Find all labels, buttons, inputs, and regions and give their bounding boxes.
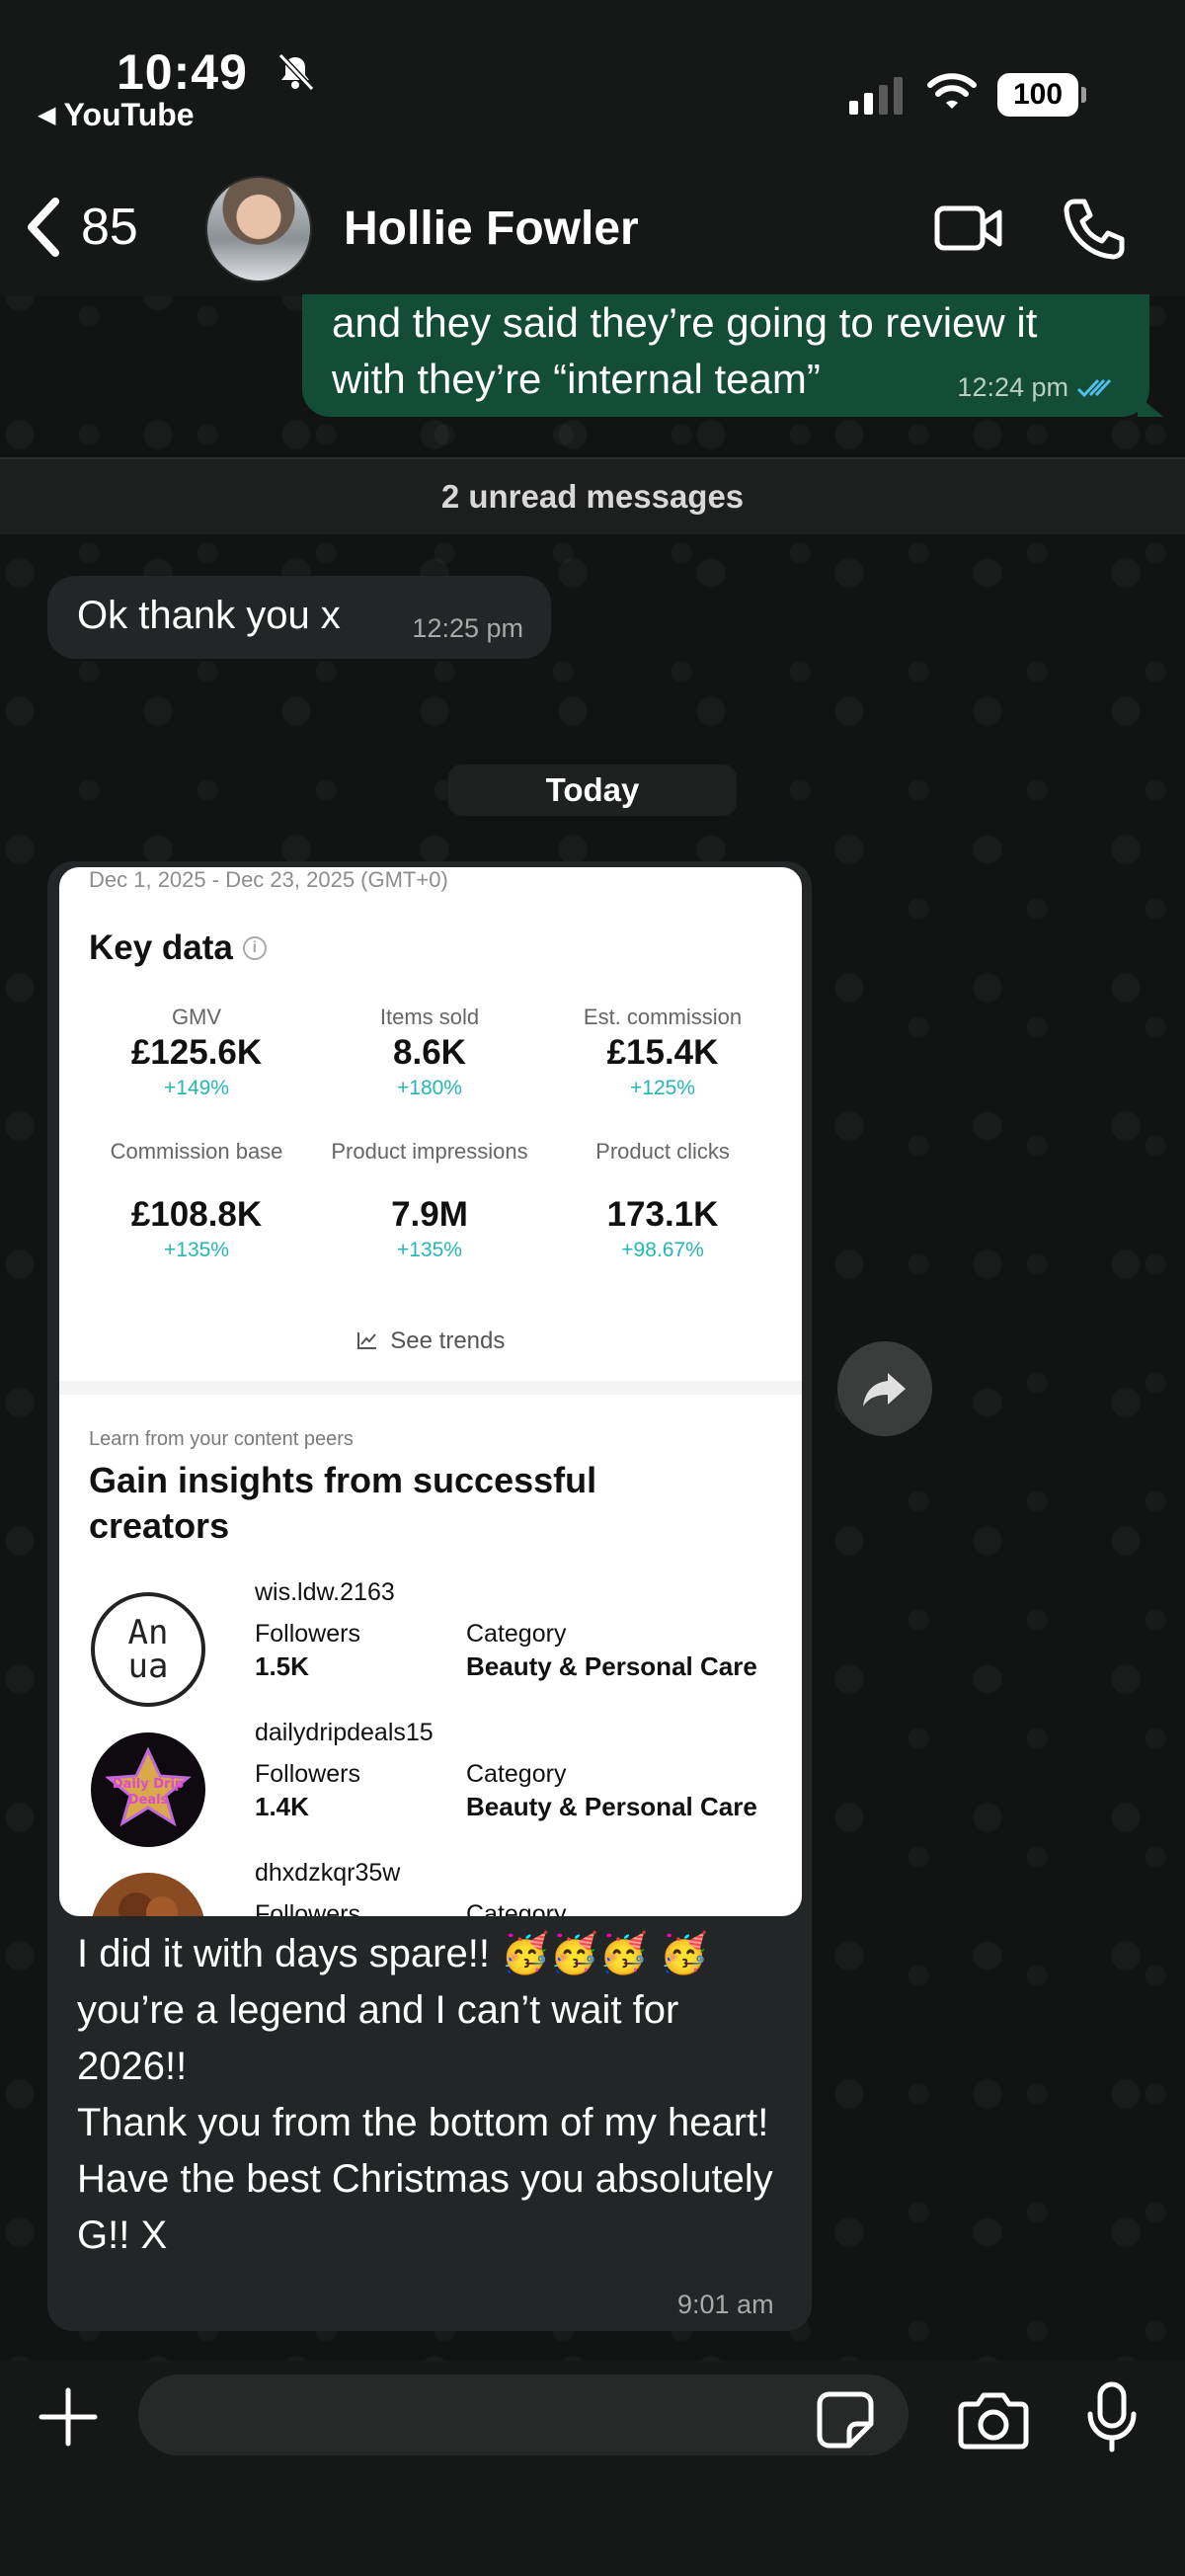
key-data-heading: Key data i <box>89 928 267 968</box>
incoming-message-text: Ok thank you x <box>77 594 341 637</box>
creator-row[interactable]: Daily Drip Deals dailydripdeals15 Follow… <box>89 1719 780 1847</box>
contact-name[interactable]: Hollie Fowler <box>344 201 639 256</box>
back-to-app-link[interactable]: ◀ YouTube <box>38 97 195 133</box>
back-button[interactable]: 85 <box>24 198 138 257</box>
phone-icon[interactable] <box>1061 198 1128 261</box>
see-trends-link[interactable]: See trends <box>59 1328 802 1355</box>
metric-value: 173.1K <box>606 1195 719 1234</box>
creator-handle: dhxdzkqr35w <box>255 1859 401 1887</box>
metric-value: £125.6K <box>130 1033 263 1072</box>
metric-commission-base: Commission base £108.8K +135% <box>83 1138 310 1262</box>
video-call-icon[interactable] <box>934 203 1003 253</box>
creator-logo-text: Daily Drip <box>113 1777 184 1792</box>
forward-icon <box>863 1373 906 1407</box>
category-label: Category <box>466 1900 567 1916</box>
see-trends-label: See trends <box>390 1328 506 1354</box>
metric-label: Items sold <box>379 1005 480 1029</box>
metric-items-sold: Items sold 8.6K +180% <box>316 1004 543 1100</box>
double-check-icon <box>1076 378 1112 397</box>
followers-value: 1.4K <box>255 1792 309 1821</box>
metric-change: +125% <box>630 1077 695 1099</box>
key-data-title: Key data <box>89 928 233 967</box>
metric-product-clicks: Product clicks 173.1K +98.67% <box>549 1138 776 1262</box>
plus-icon[interactable] <box>38 2386 99 2448</box>
metric-value: 8.6K <box>393 1033 466 1072</box>
date-range: Dec 1, 2025 - Dec 23, 2025 (GMT+0) <box>89 867 448 892</box>
image-message-time: 9:01 am <box>677 2290 774 2319</box>
creator-logo-text-2: ua <box>128 1647 169 1686</box>
metric-label: Est. commission <box>583 1005 743 1029</box>
shared-screenshot[interactable]: Dec 1, 2025 - Dec 23, 2025 (GMT+0) Key d… <box>59 867 802 1916</box>
image-caption: I did it with days spare!! 🥳🥳🥳 🥳 you’re … <box>77 1932 773 2257</box>
status-bar: 10:49 ◀ YouTube 100 <box>0 0 1185 158</box>
metric-change: +98.67% <box>621 1239 704 1261</box>
battery-indicator: 100 <box>997 73 1086 117</box>
metric-change: +180% <box>397 1077 462 1099</box>
metric-label: Product impressions <box>331 1139 528 1164</box>
metric-gmv: GMV £125.6K +149% <box>83 1004 310 1100</box>
sticker-icon[interactable] <box>816 2390 875 2450</box>
metric-est-commission: Est. commission £15.4K +125% <box>549 1004 776 1100</box>
creator-avatar: Daily Drip Deals <box>91 1732 205 1847</box>
trend-chart-icon <box>356 1332 376 1349</box>
creator-avatar <box>92 1873 204 1916</box>
creator-row[interactable]: dhxdzkqr35w Followers Category <box>89 1859 780 1916</box>
info-icon: i <box>242 936 267 960</box>
creator-handle: dailydripdeals15 <box>255 1719 434 1746</box>
metric-change: +149% <box>164 1077 229 1099</box>
followers-value: 1.5K <box>255 1651 309 1681</box>
back-app-label: YouTube <box>63 97 195 132</box>
signal-icon <box>849 77 903 115</box>
metric-label: Product clicks <box>595 1139 730 1164</box>
image-caption-text: I did it with days spare!! 🥳🥳🥳 🥳 you’re … <box>77 1926 788 2264</box>
forward-button[interactable] <box>837 1341 932 1436</box>
wifi-icon <box>927 73 977 109</box>
category-value: Beauty & Personal Care <box>466 1651 757 1681</box>
metric-value: £15.4K <box>606 1033 719 1072</box>
creator-handle: wis.ldw.2163 <box>255 1578 395 1606</box>
outgoing-message-time: 12:24 pm <box>957 372 1068 402</box>
unread-chats-count: 85 <box>81 199 138 256</box>
followers-label: Followers <box>255 1900 360 1916</box>
category-value: Beauty & Personal Care <box>466 1792 757 1821</box>
chat-header: 85 Hollie Fowler <box>0 158 1185 296</box>
creator-logo-text-2: Deals <box>128 1793 169 1808</box>
category-label: Category <box>466 1760 567 1788</box>
camera-icon[interactable] <box>958 2390 1029 2450</box>
outgoing-message-meta: 12:24 pm <box>957 372 1116 403</box>
metric-product-impressions: Product impressions 7.9M +135% <box>326 1138 533 1262</box>
metric-label: GMV <box>171 1005 222 1029</box>
followers-label: Followers <box>255 1620 360 1648</box>
followers-label: Followers <box>255 1760 360 1788</box>
chevron-left-icon <box>28 198 59 257</box>
creator-avatar: An ua <box>91 1592 205 1707</box>
avatar[interactable] <box>205 176 312 282</box>
bell-slash-icon <box>277 52 315 92</box>
message-input[interactable] <box>138 2375 908 2455</box>
incoming-message-time: 12:25 pm <box>412 613 523 643</box>
section-divider <box>59 1381 802 1395</box>
peers-title: Gain insights from successful creators <box>89 1460 597 1546</box>
metric-value: 7.9M <box>391 1195 468 1234</box>
metric-change: +135% <box>397 1239 462 1261</box>
bubble-tail <box>1138 395 1163 417</box>
creator-row[interactable]: An ua wis.ldw.2163 Followers 1.5K Catego… <box>89 1578 780 1707</box>
metric-value: £108.8K <box>130 1195 263 1234</box>
metric-change: +135% <box>164 1239 229 1261</box>
unread-messages-banner: 2 unread messages <box>0 457 1185 534</box>
category-label: Category <box>466 1620 567 1648</box>
status-time: 10:49 <box>117 44 248 100</box>
outgoing-message-bubble[interactable]: and they said they’re going to review it… <box>302 294 1163 417</box>
message-composer <box>0 2361 1185 2576</box>
incoming-message-bubble[interactable]: Ok thank you x 12:25 pm <box>47 576 551 659</box>
back-triangle-icon: ◀ <box>38 102 56 128</box>
metric-label: Commission base <box>110 1139 283 1164</box>
mic-icon[interactable] <box>1084 2380 1140 2454</box>
date-separator: Today <box>448 765 737 816</box>
peers-subtitle: Learn from your content peers <box>89 1428 354 1450</box>
